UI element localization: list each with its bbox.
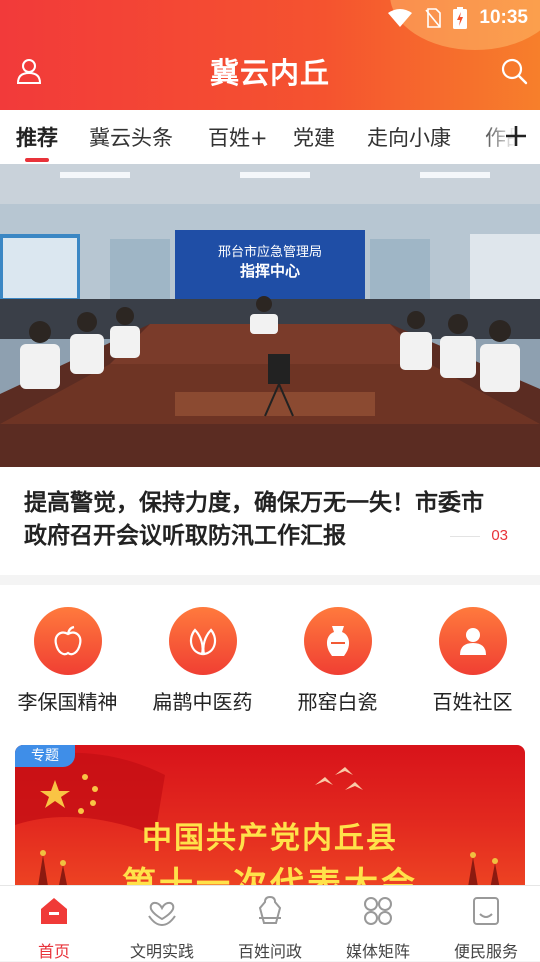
status-time: 10:35	[479, 7, 528, 28]
tab-baixing-plus[interactable]: 百姓+	[208, 122, 268, 152]
nav-public-inquiry[interactable]: 百姓问政	[216, 894, 324, 962]
person-icon	[438, 607, 507, 675]
hero-carousel-image[interactable]: 邢台市应急管理局 指挥中心	[0, 164, 540, 467]
nav-media-matrix[interactable]: 媒体矩阵	[324, 894, 432, 962]
vase-icon	[303, 607, 372, 675]
shortcut-li-baoguo[interactable]: 李保国精神	[0, 607, 135, 715]
no-sim-icon	[425, 8, 442, 28]
tab-jiyun-headlines[interactable]: 冀云头条	[89, 122, 173, 152]
nav-label: 便民服务	[453, 942, 518, 961]
tab-party-building[interactable]: 党建	[293, 122, 335, 152]
tab-recommend[interactable]: 推荐	[16, 122, 58, 152]
nav-home[interactable]: 首页	[0, 894, 108, 962]
shortcut-label: 百姓社区	[432, 690, 513, 714]
home-icon	[41, 898, 67, 924]
shortcut-grid: 李保国精神 扁鹊中医药 邢窑白瓷 百姓社区	[0, 585, 540, 745]
shortcut-label: 扁鹊中医药	[152, 690, 253, 714]
special-topic-banner[interactable]: 专题 中国共产党内丘县 第十一次代表大会	[15, 745, 525, 905]
banner-line-1: 中国共产党内丘县	[142, 821, 398, 856]
apple-icon	[33, 607, 102, 675]
special-topic-section: 专题 中国共产党内丘县 第十一次代表大会	[0, 745, 540, 905]
grid-icon	[364, 897, 392, 925]
carousel-divider	[450, 536, 480, 537]
nav-label: 百姓问政	[237, 942, 302, 961]
nav-label: 媒体矩阵	[345, 942, 410, 961]
hero-headline[interactable]: 提高警觉，保持力度，确保万无一失！市委市政府召开会议听取防汛工作汇报	[24, 487, 494, 553]
service-icon	[473, 897, 499, 925]
hero-caption[interactable]: 提高警觉，保持力度，确保万无一失！市委市政府召开会议听取防汛工作汇报 03	[0, 467, 540, 575]
shortcut-bianque[interactable]: 扁鹊中医药	[135, 607, 270, 715]
app-title: 冀云内丘	[209, 56, 330, 90]
active-tab-indicator	[25, 158, 49, 162]
bottom-navigation: 首页 文明实践 百姓问政 媒体矩阵 便民服务	[0, 885, 540, 961]
nav-convenience-services[interactable]: 便民服务	[432, 894, 540, 962]
category-tabs: 推荐 冀云头条 百姓+ 党建 走向小康 作品	[0, 110, 540, 164]
shortcut-xing-kiln[interactable]: 邢窑白瓷	[270, 607, 405, 715]
sign-line-2: 指挥中心	[240, 262, 300, 280]
leaf-icon	[168, 607, 237, 675]
special-topic-badge: 专题	[15, 745, 75, 767]
nav-civilization-practice[interactable]: 文明实践	[108, 894, 216, 962]
shortcut-community[interactable]: 百姓社区	[405, 607, 540, 715]
shortcut-label: 邢窑白瓷	[297, 690, 378, 714]
heart-hands-icon	[148, 901, 176, 927]
search-icon[interactable]	[500, 57, 528, 85]
nav-label: 首页	[37, 942, 70, 961]
meeting-room-photo: 邢台市应急管理局 指挥中心	[0, 164, 540, 467]
add-channel-icon[interactable]	[502, 122, 530, 150]
carousel-page-number: 03	[491, 527, 508, 544]
battery-charging-icon	[453, 7, 468, 29]
wifi-icon	[388, 9, 413, 27]
status-bar: 10:35	[387, 0, 540, 36]
question-icon	[258, 895, 282, 924]
sign-line-1: 邢台市应急管理局	[218, 244, 322, 260]
shortcut-label: 李保国精神	[17, 690, 118, 714]
nav-label: 文明实践	[129, 942, 194, 961]
app-header: 10:35 冀云内丘	[0, 0, 540, 110]
tab-toward-prosperity[interactable]: 走向小康	[367, 122, 451, 152]
